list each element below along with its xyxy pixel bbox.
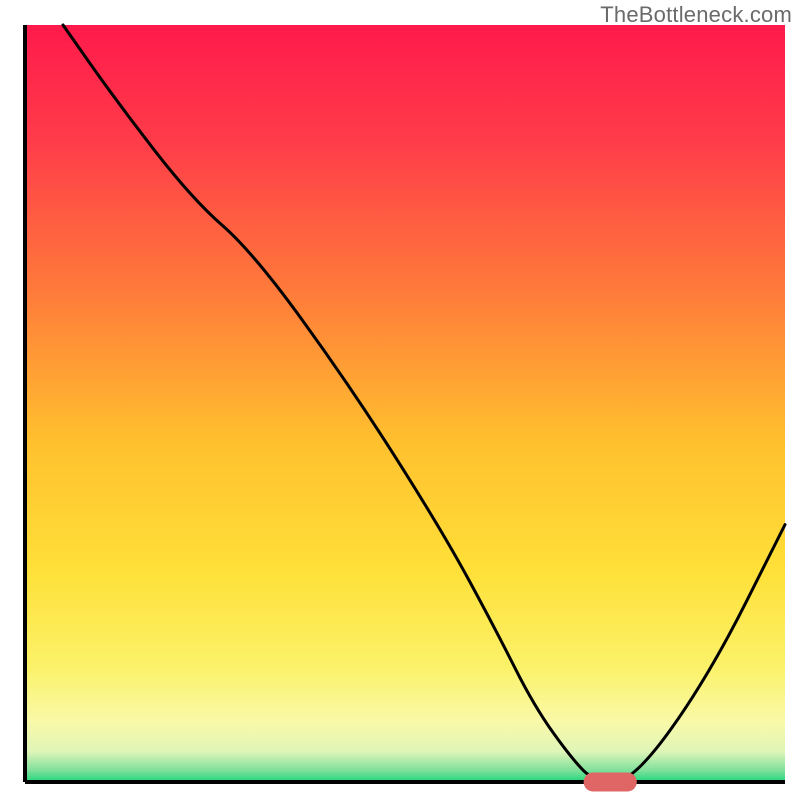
chart-container: TheBottleneck.com [0,0,800,800]
minimum-marker [584,773,637,792]
watermark-text: TheBottleneck.com [600,2,792,28]
plot-background [25,25,785,782]
chart-svg [0,0,800,800]
